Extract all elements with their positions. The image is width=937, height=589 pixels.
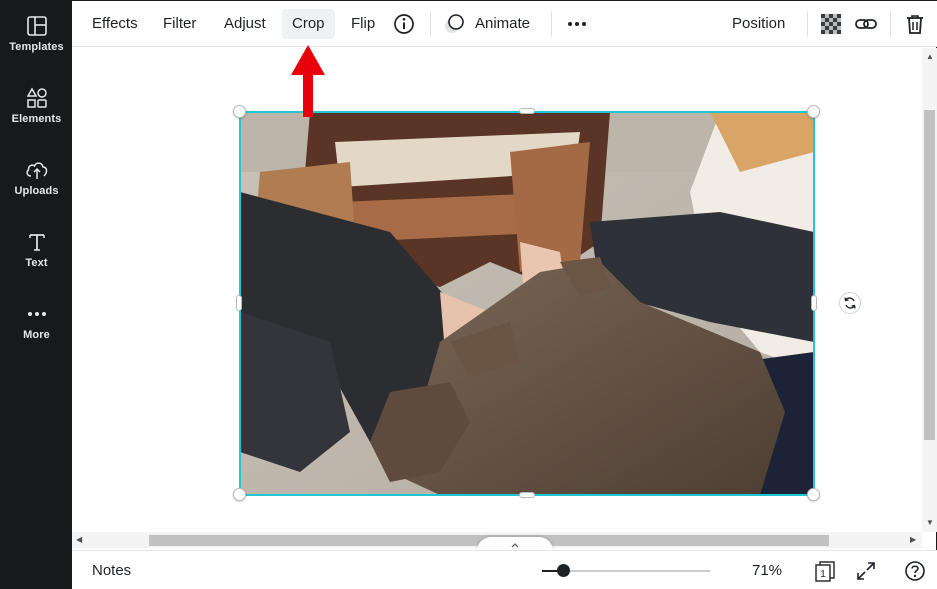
transparency-icon[interactable] (819, 12, 843, 36)
app-window: Templates Elements Uploads Text More Eff… (0, 0, 937, 589)
fullscreen-icon[interactable] (854, 559, 878, 583)
resize-handle-top-left[interactable] (233, 105, 246, 118)
text-icon (26, 231, 48, 253)
page-count: 1 (820, 569, 826, 580)
templates-icon (26, 15, 48, 37)
sidebar-item-label: Templates (9, 41, 64, 53)
elements-icon (26, 87, 48, 109)
resize-handle-top[interactable] (519, 108, 535, 114)
toolbar-divider (551, 11, 552, 37)
uploads-icon (25, 159, 49, 181)
toolbar-divider (430, 11, 431, 37)
scroll-right-arrow-icon[interactable]: ▶ (910, 536, 916, 544)
resize-handle-bottom-right[interactable] (807, 488, 820, 501)
top-toolbar: Effects Filter Adjust Crop Flip Animate … (72, 1, 937, 47)
crop-button[interactable]: Crop (282, 9, 335, 39)
page-count-icon[interactable]: 1 (813, 559, 837, 583)
info-icon[interactable] (392, 12, 416, 36)
toolbar-divider (807, 11, 808, 37)
bottom-bar: Notes 71% 1 (72, 550, 937, 589)
notes-button[interactable]: Notes (92, 562, 131, 579)
help-icon[interactable] (903, 559, 927, 583)
adjust-button[interactable]: Adjust (214, 9, 276, 39)
sidebar-item-label: Uploads (14, 185, 59, 197)
sidebar-item-text[interactable]: Text (1, 231, 72, 291)
sidebar-item-label: More (23, 329, 50, 341)
vertical-scroll-thumb[interactable] (924, 110, 935, 440)
zoom-slider-knob[interactable] (557, 564, 570, 577)
more-icon (26, 303, 48, 325)
sidebar-item-label: Elements (11, 113, 62, 125)
link-icon[interactable] (854, 12, 878, 36)
sidebar-item-label: Text (25, 257, 48, 269)
resize-handle-left[interactable] (236, 295, 242, 311)
sidebar-item-uploads[interactable]: Uploads (1, 159, 72, 219)
trash-icon[interactable] (903, 12, 927, 36)
scroll-up-arrow-icon[interactable]: ▲ (926, 53, 934, 61)
animate-icon[interactable] (442, 12, 466, 36)
selected-photo[interactable] (240, 112, 814, 495)
scroll-left-arrow-icon[interactable]: ◀ (76, 536, 82, 544)
resize-handle-bottom[interactable] (519, 492, 535, 498)
effects-button[interactable]: Effects (82, 9, 148, 39)
resize-handle-bottom-left[interactable] (233, 488, 246, 501)
rotate-icon[interactable] (839, 292, 861, 314)
sidebar-item-elements[interactable]: Elements (1, 87, 72, 147)
toolbar-divider (890, 11, 891, 37)
resize-handle-top-right[interactable] (807, 105, 820, 118)
more-options-icon[interactable] (565, 12, 589, 36)
left-sidebar: Templates Elements Uploads Text More (1, 1, 72, 589)
flip-button[interactable]: Flip (341, 9, 385, 39)
sidebar-item-more[interactable]: More (1, 303, 72, 363)
resize-handle-right[interactable] (811, 295, 817, 311)
sidebar-item-templates[interactable]: Templates (1, 15, 72, 75)
animate-button[interactable]: Animate (465, 9, 540, 39)
vertical-scrollbar[interactable]: ▲ ▼ (922, 48, 937, 532)
filter-button[interactable]: Filter (153, 9, 206, 39)
scroll-down-arrow-icon[interactable]: ▼ (926, 519, 934, 527)
zoom-level[interactable]: 71% (752, 562, 782, 579)
position-button[interactable]: Position (722, 9, 795, 39)
